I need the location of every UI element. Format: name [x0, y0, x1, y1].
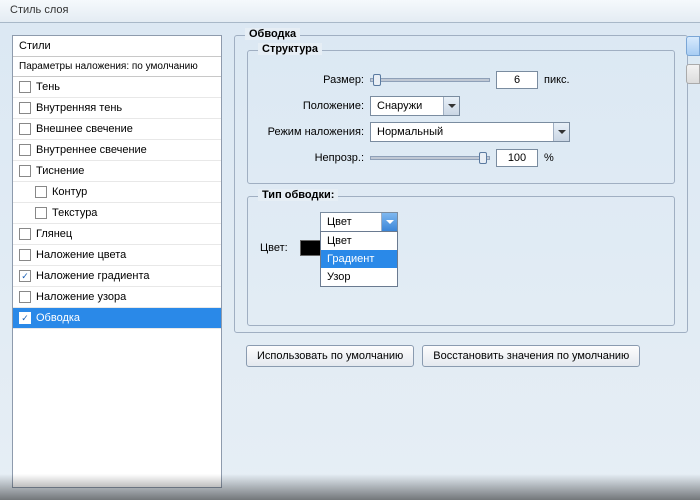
- opacity-slider[interactable]: [370, 156, 490, 160]
- stroke-legend: Обводка: [245, 28, 300, 40]
- stroke-settings-panel: Обводка Структура Размер: пикс. Положени…: [234, 35, 688, 488]
- style-item[interactable]: ✓ Наложение градиента: [13, 266, 221, 287]
- checkbox-icon[interactable]: [19, 249, 31, 261]
- style-item[interactable]: Текстура: [13, 203, 221, 224]
- use-default-button[interactable]: Использовать по умолчанию: [246, 345, 414, 367]
- side-button-1[interactable]: [686, 36, 700, 56]
- opacity-label: Непрозр.:: [260, 152, 370, 164]
- blend-mode-label: Режим наложения:: [260, 126, 370, 138]
- style-item-label: Тень: [36, 81, 60, 93]
- fill-type-combo[interactable]: Цвет ЦветГрадиентУзор: [320, 212, 398, 232]
- checkbox-icon[interactable]: [35, 186, 47, 198]
- style-item[interactable]: Глянец: [13, 224, 221, 245]
- position-value: Снаружи: [371, 100, 443, 112]
- dropdown-option[interactable]: Узор: [321, 268, 397, 286]
- style-item-label: Наложение градиента: [36, 270, 150, 282]
- dropdown-option[interactable]: Цвет: [321, 232, 397, 250]
- style-item-label: Тиснение: [36, 165, 84, 177]
- side-button-2[interactable]: [686, 64, 700, 84]
- structure-fieldset: Структура Размер: пикс. Положение: Снару…: [247, 50, 675, 184]
- style-item-label: Наложение узора: [36, 291, 126, 303]
- checkbox-icon[interactable]: ✓: [19, 312, 31, 324]
- window-titlebar: Стиль слоя: [0, 0, 700, 23]
- checkbox-icon[interactable]: ✓: [19, 270, 31, 282]
- style-item[interactable]: ✓ Обводка: [13, 308, 221, 329]
- structure-legend: Структура: [258, 43, 322, 55]
- window-title: Стиль слоя: [10, 4, 68, 16]
- chevron-down-icon: [553, 123, 569, 141]
- style-item[interactable]: Наложение узора: [13, 287, 221, 308]
- style-item[interactable]: Тиснение: [13, 161, 221, 182]
- style-item-label: Контур: [52, 186, 87, 198]
- style-item-label: Внешнее свечение: [36, 123, 133, 135]
- reset-default-button[interactable]: Восстановить значения по умолчанию: [422, 345, 640, 367]
- style-item[interactable]: Внутреннее свечение: [13, 140, 221, 161]
- checkbox-icon[interactable]: [19, 228, 31, 240]
- size-slider[interactable]: [370, 78, 490, 82]
- style-item-label: Обводка: [36, 312, 80, 324]
- blending-options-row[interactable]: Параметры наложения: по умолчанию: [13, 57, 221, 77]
- style-item[interactable]: Контур: [13, 182, 221, 203]
- opacity-input[interactable]: [496, 149, 538, 167]
- style-item[interactable]: Внешнее свечение: [13, 119, 221, 140]
- blend-mode-value: Нормальный: [371, 126, 553, 138]
- style-item-label: Внутренняя тень: [36, 102, 122, 114]
- style-item[interactable]: Тень: [13, 77, 221, 98]
- fill-type-fieldset: Тип обводки: Цвет ЦветГрадиентУзор Цвет:: [247, 196, 675, 326]
- checkbox-icon[interactable]: [19, 123, 31, 135]
- fill-type-value: Цвет: [321, 216, 381, 228]
- checkbox-icon[interactable]: [19, 291, 31, 303]
- chevron-down-icon: [381, 213, 397, 231]
- position-label: Положение:: [260, 100, 370, 112]
- checkbox-icon[interactable]: [19, 165, 31, 177]
- size-label: Размер:: [260, 74, 370, 86]
- checkbox-icon[interactable]: [19, 144, 31, 156]
- fill-type-legend: Тип обводки:: [258, 189, 338, 201]
- style-item-label: Наложение цвета: [36, 249, 126, 261]
- opacity-unit: %: [544, 152, 554, 164]
- style-item-label: Текстура: [52, 207, 97, 219]
- color-label: Цвет:: [260, 242, 300, 254]
- fill-type-dropdown: ЦветГрадиентУзор: [320, 231, 398, 287]
- checkbox-icon[interactable]: [35, 207, 47, 219]
- checkbox-icon[interactable]: [19, 81, 31, 93]
- style-item-label: Глянец: [36, 228, 72, 240]
- blend-mode-combo[interactable]: Нормальный: [370, 122, 570, 142]
- styles-list-panel: Стили Параметры наложения: по умолчанию …: [12, 35, 222, 488]
- dropdown-option[interactable]: Градиент: [321, 250, 397, 268]
- style-item[interactable]: Внутренняя тень: [13, 98, 221, 119]
- bottom-shadow: [0, 474, 700, 500]
- position-combo[interactable]: Снаружи: [370, 96, 460, 116]
- style-item[interactable]: Наложение цвета: [13, 245, 221, 266]
- checkbox-icon[interactable]: [19, 102, 31, 114]
- style-item-label: Внутреннее свечение: [36, 144, 147, 156]
- size-unit: пикс.: [544, 74, 570, 86]
- size-input[interactable]: [496, 71, 538, 89]
- styles-header: Стили: [13, 36, 221, 57]
- stroke-fieldset: Обводка Структура Размер: пикс. Положени…: [234, 35, 688, 333]
- chevron-down-icon: [443, 97, 459, 115]
